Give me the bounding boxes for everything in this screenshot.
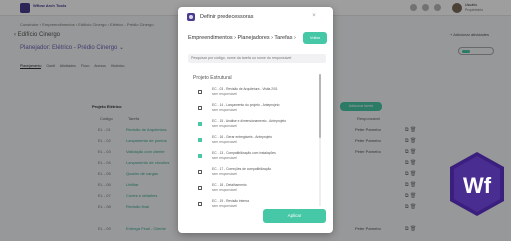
list-item[interactable]: EC - 03 - Revisão de Arquitetura - Visit…: [190, 86, 318, 100]
apply-button[interactable]: Aplicar: [263, 209, 326, 223]
list-item[interactable]: EC - 16 - Gerar entregáveis - Anteprojet…: [190, 134, 318, 148]
item-responsible: sem responsável: [212, 156, 237, 160]
scrollbar-thumb[interactable]: [319, 74, 321, 138]
wf-logo-text: Wf: [463, 173, 492, 198]
item-title: EC - 15 - Análise e dimensionamento - An…: [212, 119, 287, 123]
item-title: EC - 03 - Revisão de Arquitetura - Visit…: [212, 87, 278, 91]
checkbox[interactable]: [198, 138, 202, 142]
checkbox[interactable]: [198, 154, 202, 158]
task-list: EC - 03 - Revisão de Arquitetura - Visit…: [190, 86, 322, 211]
list-item[interactable]: EC - 13 - Compatibilização com instalaçõ…: [190, 150, 318, 164]
item-responsible: sem responsável: [212, 140, 237, 144]
wf-logo: Wf: [450, 152, 504, 216]
item-title: EC - 18 - Detalhamento: [212, 183, 247, 187]
dialog-app-icon: [187, 13, 195, 21]
back-button[interactable]: Voltar: [303, 32, 327, 44]
checkbox[interactable]: [198, 186, 202, 190]
checkbox[interactable]: [198, 170, 202, 174]
checkbox[interactable]: [198, 106, 202, 110]
list-item[interactable]: EC - 14 - Lançamento do projeto - Antepr…: [190, 102, 318, 116]
item-title: EC - 19 - Revisão interna: [212, 199, 250, 203]
list-item[interactable]: EC - 17 - Correções de compatibilização …: [190, 166, 318, 180]
checkbox[interactable]: [198, 202, 202, 206]
close-icon[interactable]: ×: [310, 12, 318, 20]
item-title: EC - 14 - Lançamento do projeto - Antepr…: [212, 103, 280, 107]
search-input[interactable]: [188, 54, 326, 63]
item-responsible: sem responsável: [212, 172, 237, 176]
predecessors-dialog: Definir predecessoras × Empreendimentos …: [178, 7, 333, 233]
checkbox[interactable]: [198, 90, 202, 94]
item-responsible: sem responsável: [212, 188, 237, 192]
item-responsible: sem responsável: [212, 124, 237, 128]
item-title: EC - 17 - Correções de compatibilização: [212, 167, 272, 171]
list-item[interactable]: EC - 18 - Detalhamento sem responsável: [190, 182, 318, 196]
dialog-breadcrumb[interactable]: Empreendimentos › Planejadores › Tarefas…: [188, 34, 296, 42]
list-scrollbar[interactable]: [319, 74, 321, 206]
group-title: Projeto Estrutural: [193, 75, 232, 81]
item-title: EC - 16 - Gerar entregáveis - Anteprojet…: [212, 135, 273, 139]
item-title: EC - 13 - Compatibilização com instalaçõ…: [212, 151, 276, 155]
dialog-title: Definir predecessoras: [200, 14, 254, 20]
list-item[interactable]: EC - 15 - Análise e dimensionamento - An…: [190, 118, 318, 132]
item-responsible: sem responsável: [212, 92, 237, 96]
item-responsible: sem responsável: [212, 108, 237, 112]
item-responsible: sem responsável: [212, 204, 237, 208]
checkbox[interactable]: [198, 122, 202, 126]
